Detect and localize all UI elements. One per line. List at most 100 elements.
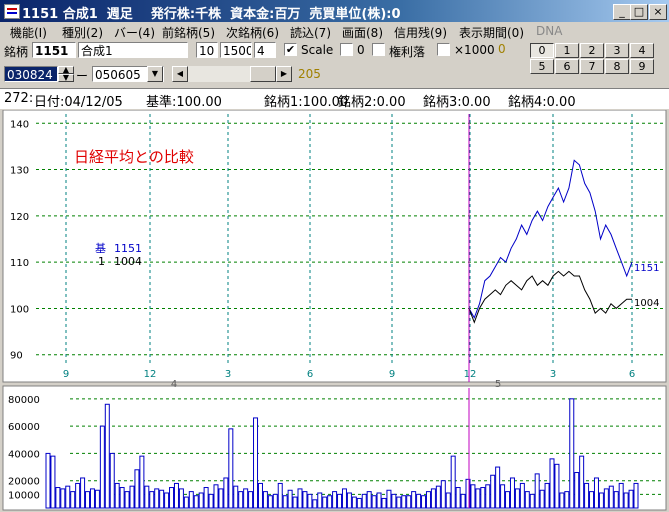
x1000-label: ×1000: [454, 43, 495, 57]
volume-bar: [475, 488, 481, 509]
volume-bar: [70, 491, 76, 509]
volume-bar: [154, 488, 160, 509]
volume-y-tick-label: 40000: [8, 449, 40, 460]
volume-bar: [421, 495, 427, 509]
volume-y-tick-label: 60000: [8, 422, 40, 433]
volume-bar: [144, 485, 150, 509]
price-y-tick-label: 130: [10, 166, 29, 177]
volume-bar: [618, 482, 624, 509]
price-y-tick-label: 90: [10, 351, 23, 362]
chart-area: 90 100 110 120 130 140 9 12 3 6 9 12 3 6 4 5 10000 20000…: [2, 110, 667, 511]
close-button[interactable]: ×: [649, 4, 667, 20]
volume-bar: [173, 482, 179, 509]
num-button-5[interactable]: 5: [530, 59, 554, 74]
param2-input[interactable]: 1500: [220, 42, 252, 58]
volume-bar: [183, 496, 189, 509]
volume-bar: [381, 497, 387, 509]
info-date: 日付:04/12/05: [34, 95, 123, 110]
volume-bar: [94, 489, 100, 509]
volume-bar: [159, 489, 165, 509]
volume-bar: [297, 488, 303, 509]
volume-bar: [386, 489, 392, 509]
volume-bar: [188, 491, 194, 509]
num-button-0[interactable]: 0: [530, 43, 554, 58]
info-meigara1: 銘柄1:100.00: [264, 95, 349, 110]
num-button-3[interactable]: 3: [605, 43, 629, 58]
name-input[interactable]: 合成1: [78, 42, 188, 58]
volume-bar: [455, 487, 461, 509]
info-bar: 272: 日付:04/12/05 基準:100.00 銘柄1:100.00 銘柄…: [0, 88, 669, 110]
x-tick-label: 6: [629, 369, 635, 380]
volume-bar: [579, 455, 585, 509]
volume-bar: [539, 489, 545, 509]
volume-bar: [593, 477, 599, 509]
x1000-checkbox[interactable]: [437, 43, 450, 56]
scroll-left-button[interactable]: ◀: [172, 66, 188, 82]
volume-bar: [213, 484, 219, 509]
volume-bar: [529, 493, 535, 509]
menu-bar: 機能(I) 種別(2) バー(4) 前銘柄(5) 次銘柄(6) 読込(7) 画面…: [0, 22, 669, 40]
num-button-9[interactable]: 9: [630, 59, 654, 74]
maximize-button[interactable]: □: [630, 4, 648, 20]
volume-bar: [500, 484, 506, 509]
x1000-value: 0: [498, 42, 506, 56]
x-tick-label: 9: [63, 369, 69, 380]
legend-marker-1004: 1: [98, 255, 105, 268]
legend-name-1151: 1151: [114, 242, 142, 255]
x-tick-label: 6: [307, 369, 313, 380]
volume-bar: [371, 495, 377, 509]
volume-bar: [75, 482, 81, 509]
volume-bar: [208, 493, 214, 509]
num-button-8[interactable]: 8: [605, 59, 629, 74]
kenri-checkbox[interactable]: [372, 43, 385, 56]
zero-checkbox[interactable]: [340, 43, 353, 56]
volume-bar: [514, 488, 520, 509]
menu-prev-issue[interactable]: 前銘柄(5): [162, 24, 215, 41]
chevron-down-icon[interactable]: ▼: [147, 66, 163, 82]
scale-checkbox[interactable]: ✔: [284, 43, 297, 56]
info-meigara3: 銘柄3:0.00: [423, 95, 491, 110]
menu-load[interactable]: 読込(7): [290, 24, 331, 41]
volume-bar: [267, 495, 273, 509]
num-button-7[interactable]: 7: [580, 59, 604, 74]
menu-shubetsu[interactable]: 種別(2): [62, 24, 103, 41]
date-spin-down[interactable]: ▼: [58, 74, 74, 82]
volume-bar: [425, 491, 431, 509]
x-tick-label: 12: [464, 369, 477, 380]
scroll-thumb[interactable]: [250, 66, 276, 82]
num-button-2[interactable]: 2: [580, 43, 604, 58]
zero-label: 0: [357, 43, 365, 57]
date-from-input[interactable]: 030824: [4, 66, 58, 82]
menu-period[interactable]: 表示期間(0): [459, 24, 524, 41]
volume-bar: [549, 458, 555, 509]
num-button-4[interactable]: 4: [630, 43, 654, 58]
code-input[interactable]: 1151: [32, 42, 76, 58]
volume-bar: [302, 491, 308, 509]
volume-bar: [430, 488, 436, 509]
menu-screen[interactable]: 画面(8): [342, 24, 383, 41]
x-tick-label: 3: [550, 369, 556, 380]
volume-bar: [524, 491, 530, 509]
series-end-label-1151: 1151: [634, 263, 659, 274]
volume-bar: [114, 482, 120, 509]
menu-bar-type[interactable]: バー(4): [114, 24, 155, 41]
price-y-tick-label: 120: [10, 212, 29, 223]
x-tick-label: 12: [144, 369, 157, 380]
volume-bar: [613, 491, 619, 509]
param3-input[interactable]: 4: [254, 42, 276, 58]
minimize-button[interactable]: _: [613, 4, 631, 20]
info-base: 基準:100.00: [146, 95, 222, 110]
menu-margin[interactable]: 信用残(9): [394, 24, 447, 41]
scroll-right-button[interactable]: ▶: [276, 66, 292, 82]
menu-dna: DNA: [536, 24, 563, 38]
num-button-1[interactable]: 1: [555, 43, 579, 58]
volume-bar: [292, 496, 298, 509]
menu-next-issue[interactable]: 次銘柄(6): [226, 24, 279, 41]
param1-input[interactable]: 10: [196, 42, 218, 58]
app-icon[interactable]: [4, 4, 20, 19]
menu-kino[interactable]: 機能(I): [10, 24, 47, 41]
num-button-6[interactable]: 6: [555, 59, 579, 74]
volume-bar: [628, 489, 634, 509]
scroll-value: 205: [298, 67, 321, 81]
volume-bar: [341, 488, 347, 509]
